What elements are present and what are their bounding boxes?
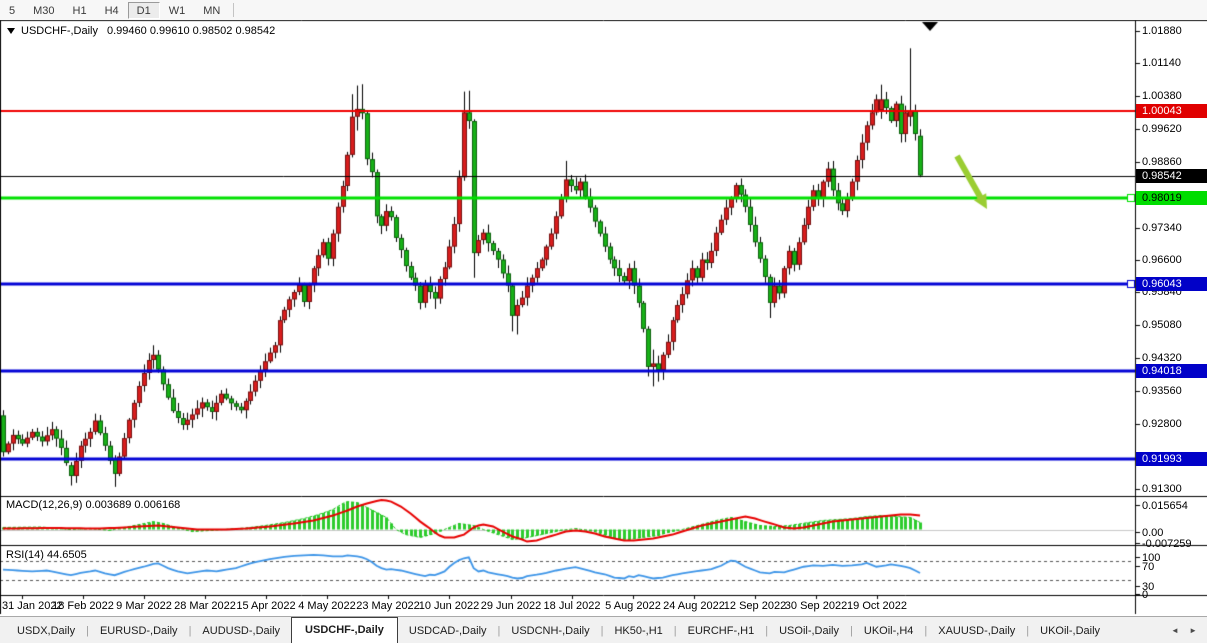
- price-axis-label: 0.91300: [1142, 483, 1182, 495]
- price-badge: 0.94018: [1136, 364, 1207, 378]
- timeframe-button-mn[interactable]: MN: [194, 2, 229, 19]
- date-axis-label: 4 May 2022: [298, 600, 355, 612]
- collapse-triangle-icon[interactable]: [7, 28, 15, 34]
- symbol-tab-eurchf[interactable]: EURCHF-,H1: [677, 620, 766, 643]
- price-badge: 0.96043: [1136, 277, 1207, 291]
- timeframe-button-w1[interactable]: W1: [160, 2, 195, 19]
- date-axis-label: 18 Feb 2022: [52, 600, 114, 612]
- toolbar-separator: [233, 3, 234, 17]
- chart-title: USDCHF-,Daily 0.99460 0.99610 0.98502 0.9…: [7, 25, 275, 37]
- date-axis-label: 12 Sep 2022: [724, 600, 786, 612]
- tab-scroll-arrows[interactable]: ◄ ►: [1171, 626, 1201, 635]
- price-axis-label: 0.99620: [1142, 123, 1182, 135]
- date-axis-label: 28 Mar 2022: [174, 600, 236, 612]
- rsi-value: 44.6505: [47, 549, 87, 561]
- price-badge: 1.00043: [1136, 104, 1207, 118]
- price-axis-label: 0.93560: [1142, 385, 1182, 397]
- date-axis-label: 24 Aug 2022: [663, 600, 725, 612]
- price-badge: 0.98542: [1136, 169, 1207, 183]
- symbol-tab-usdchf[interactable]: USDCHF-,Daily: [291, 617, 398, 643]
- price-axis-label: 0.94320: [1142, 352, 1182, 364]
- symbol-tab-ukoil[interactable]: UKOil-,H4: [853, 620, 925, 643]
- price-axis-label: 1.00380: [1142, 90, 1182, 102]
- timeframe-button-5[interactable]: 5: [0, 2, 24, 19]
- price-axis-label: 0.92800: [1142, 418, 1182, 430]
- price-axis-label: 0.96600: [1142, 254, 1182, 266]
- chart-ohlc-values: 0.99460 0.99610 0.98502 0.98542: [107, 25, 275, 37]
- rsi-scale-label: 0: [1142, 589, 1148, 601]
- timeframe-button-h4[interactable]: H4: [96, 2, 128, 19]
- price-axis-label: 0.95080: [1142, 319, 1182, 331]
- symbol-tab-ukoil[interactable]: UKOil-,Daily: [1029, 620, 1111, 643]
- macd-scale-label: -0.007259: [1142, 538, 1192, 550]
- symbol-tab-usdcad[interactable]: USDCAD-,Daily: [398, 620, 498, 643]
- macd-name: MACD(12,26,9): [6, 499, 82, 511]
- date-axis-label: 15 Apr 2022: [236, 600, 295, 612]
- date-axis-label: 18 Jul 2022: [544, 600, 601, 612]
- rsi-name: RSI(14): [6, 549, 44, 561]
- date-axis-label: 5 Aug 2022: [605, 600, 661, 612]
- price-badge: 0.98019: [1136, 191, 1207, 205]
- date-axis-label: 29 Jun 2022: [481, 600, 542, 612]
- symbol-tab-hk50[interactable]: HK50-,H1: [603, 620, 673, 643]
- date-axis-label: 30 Sep 2022: [785, 600, 847, 612]
- date-axis-label: 9 Mar 2022: [116, 600, 172, 612]
- macd-scale-label: 0.015654: [1142, 500, 1188, 512]
- date-axis-label: 19 Oct 2022: [847, 600, 907, 612]
- timeframe-toolbar: 5M30H1H4D1W1MN: [0, 0, 1207, 20]
- symbol-tab-usoil[interactable]: USOil-,Daily: [768, 620, 850, 643]
- price-axis-label: 0.97340: [1142, 222, 1182, 234]
- price-badge: 0.91993: [1136, 452, 1207, 466]
- symbol-tab-xauusd[interactable]: XAUUSD-,Daily: [927, 620, 1026, 643]
- price-axis-label: 1.01880: [1142, 25, 1182, 37]
- macd-label: MACD(12,26,9) 0.003689 0.006168: [6, 499, 180, 511]
- symbol-tab-bar: USDX,Daily|EURUSD-,Daily|AUDUSD-,DailyUS…: [0, 616, 1207, 643]
- timeframe-button-h1[interactable]: H1: [64, 2, 96, 19]
- macd-values: 0.003689 0.006168: [85, 499, 180, 511]
- symbol-tab-usdx[interactable]: USDX,Daily: [6, 620, 86, 643]
- chart-canvas[interactable]: [0, 0, 1207, 643]
- price-axis-label: 1.01140: [1142, 57, 1181, 69]
- price-axis-label: 0.98860: [1142, 156, 1182, 168]
- symbol-tab-eurusd[interactable]: EURUSD-,Daily: [89, 620, 189, 643]
- symbol-tab-usdcnh[interactable]: USDCNH-,Daily: [500, 620, 600, 643]
- rsi-label: RSI(14) 44.6505: [6, 549, 87, 561]
- date-axis-label: 23 May 2022: [356, 600, 420, 612]
- symbol-tab-audusd[interactable]: AUDUSD-,Daily: [191, 620, 291, 643]
- timeframe-button-m30[interactable]: M30: [24, 2, 63, 19]
- timeframe-button-d1[interactable]: D1: [128, 2, 160, 19]
- rsi-scale-label: 70: [1142, 561, 1154, 573]
- date-axis-label: 10 Jun 2022: [419, 600, 480, 612]
- chart-symbol-label: USDCHF-,Daily: [21, 25, 98, 37]
